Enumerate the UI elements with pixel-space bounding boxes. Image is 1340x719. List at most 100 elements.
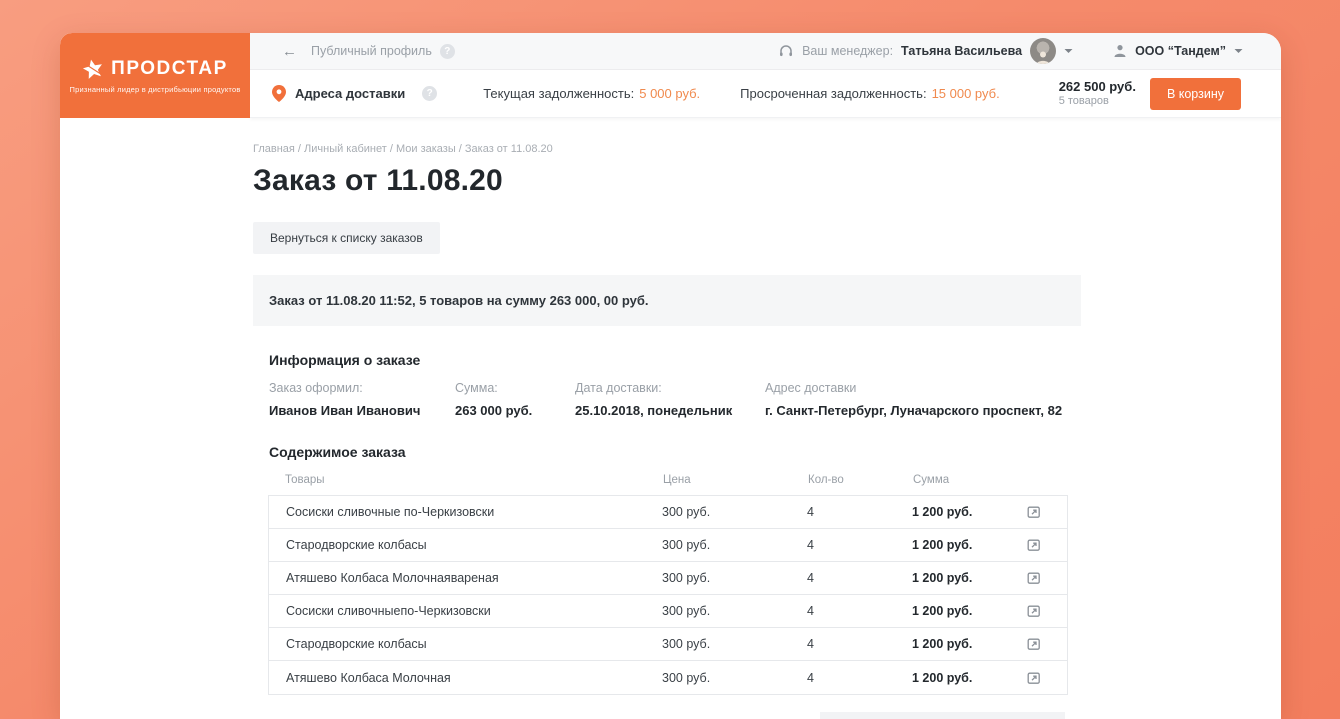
- order-info-field: Сумма:263 000 руб.: [455, 381, 575, 418]
- items-table: Сосиски сливочные по-Черкизовски300 руб.…: [268, 495, 1068, 695]
- item-quantity: 4: [807, 671, 912, 685]
- item-quantity: 4: [807, 604, 912, 618]
- manager-widget[interactable]: Ваш менеджер: Татьяна Васильева: [778, 38, 1073, 64]
- open-product-button[interactable]: [1025, 602, 1043, 620]
- back-arrow-icon[interactable]: ←: [282, 43, 297, 60]
- table-row: Атяшево Колбаса Молочная300 руб.41 200 р…: [269, 661, 1067, 694]
- order-contents-heading: Содержимое заказа: [253, 444, 1281, 460]
- open-product-button[interactable]: [1025, 669, 1043, 687]
- item-sum: 1 200 руб.: [912, 604, 1025, 618]
- order-info-label: Заказ оформил:: [269, 381, 455, 395]
- open-in-new-icon: [1027, 671, 1041, 685]
- public-profile-link[interactable]: Публичный профиль: [311, 44, 432, 58]
- manager-label: Ваш менеджер:: [802, 44, 893, 58]
- map-pin-icon: [272, 85, 286, 102]
- table-row: Сосиски сливочные по-Черкизовски300 руб.…: [269, 496, 1067, 529]
- item-name: Атяшево Колбаса Молочная: [286, 671, 662, 685]
- item-quantity: 4: [807, 505, 912, 519]
- item-price: 300 руб.: [662, 538, 807, 552]
- item-price: 300 руб.: [662, 505, 807, 519]
- column-header: Сумма: [913, 474, 1026, 486]
- item-actions: [1025, 536, 1067, 554]
- item-actions: [1025, 669, 1067, 687]
- main-content: Главная / Личный кабинет / Мои заказы / …: [60, 118, 1281, 695]
- chevron-down-icon[interactable]: [1064, 48, 1073, 54]
- brand-tagline: Признанный лидер в дистрибьюции продукто…: [69, 85, 240, 94]
- open-product-button[interactable]: [1025, 536, 1043, 554]
- item-price: 300 руб.: [662, 571, 807, 585]
- item-price: 300 руб.: [662, 604, 807, 618]
- breadcrumb[interactable]: Главная / Личный кабинет / Мои заказы / …: [253, 143, 1281, 155]
- page-title: Заказ от 11.08.20: [253, 164, 1281, 198]
- column-header: Кол-во: [808, 474, 913, 486]
- item-quantity: 4: [807, 571, 912, 585]
- order-info-field: Адрес доставки г. Санкт-Петербург, Лунача…: [765, 381, 1281, 418]
- order-info-label: Адрес доставки: [765, 381, 1281, 395]
- item-sum: 1 200 руб.: [912, 671, 1025, 685]
- item-sum: 1 200 руб.: [912, 538, 1025, 552]
- items-table-header: ТоварыЦенаКол-воСумма: [268, 474, 1068, 495]
- order-summary-bar: Заказ от 11.08.20 11:52, 5 товаров на су…: [253, 275, 1081, 326]
- help-icon[interactable]: ?: [440, 44, 455, 59]
- open-in-new-icon: [1027, 505, 1041, 519]
- item-actions: [1025, 635, 1067, 653]
- item-price: 300 руб.: [662, 637, 807, 651]
- column-header: Цена: [663, 474, 808, 486]
- person-icon: [1113, 44, 1127, 58]
- item-name: Сосиски сливочные по-Черкизовски: [286, 505, 662, 519]
- item-actions: [1025, 503, 1067, 521]
- order-info-grid: Заказ оформил: Иванов Иван ИвановичСумма:…: [253, 381, 1281, 418]
- order-info-value: г. Санкт-Петербург, Луначарского проспек…: [765, 403, 1281, 418]
- star-icon: [80, 55, 106, 81]
- partial-bottom-button[interactable]: [820, 712, 1065, 719]
- table-row: Атяшево Колбаса Молочнаявареная300 руб.4…: [269, 562, 1067, 595]
- order-info-label: Дата доставки:: [575, 381, 765, 395]
- overdue-debt: Просроченная задолженность: 15 000 руб.: [740, 86, 1000, 101]
- item-name: Стародворские колбасы: [286, 637, 662, 651]
- overdue-debt-value: 15 000 руб.: [932, 86, 1000, 101]
- item-name: Стародворские колбасы: [286, 538, 662, 552]
- item-sum: 1 200 руб.: [912, 571, 1025, 585]
- column-header: Товары: [285, 474, 663, 486]
- subheader: Адреса доставки ? Текущая задолженность:…: [250, 70, 1281, 118]
- column-header-actions: [1026, 474, 1068, 486]
- order-info-value: 25.10.2018, понедельник: [575, 403, 765, 418]
- table-row: Стародворские колбасы300 руб.41 200 руб.: [269, 628, 1067, 661]
- app-window: ПРОDСТАР Признанный лидер в дистрибьюции…: [60, 33, 1281, 719]
- item-sum: 1 200 руб.: [912, 637, 1025, 651]
- open-in-new-icon: [1027, 604, 1041, 618]
- open-product-button[interactable]: [1025, 635, 1043, 653]
- cart-total: 262 500 руб.: [1059, 79, 1136, 95]
- item-actions: [1025, 569, 1067, 587]
- manager-avatar: [1030, 38, 1056, 64]
- help-icon[interactable]: ?: [422, 86, 437, 101]
- open-in-new-icon: [1027, 571, 1041, 585]
- open-in-new-icon: [1027, 637, 1041, 651]
- manager-name: Татьяна Васильева: [901, 44, 1022, 58]
- order-info-value: Иванов Иван Иванович: [269, 403, 455, 418]
- cart-items-count: 5 товаров: [1059, 95, 1136, 109]
- current-debt-label: Текущая задолженность:: [483, 86, 634, 101]
- order-info-label: Сумма:: [455, 381, 575, 395]
- item-price: 300 руб.: [662, 671, 807, 685]
- brand-logo[interactable]: ПРОDСТАР Признанный лидер в дистрибьюции…: [60, 33, 250, 118]
- item-quantity: 4: [807, 538, 912, 552]
- table-row: Сосиски сливочныепо-Черкизовски300 руб.4…: [269, 595, 1067, 628]
- overdue-debt-label: Просроченная задолженность:: [740, 86, 926, 101]
- order-info-heading: Информация о заказе: [253, 352, 1281, 368]
- company-name: ООО “Тандем”: [1135, 44, 1226, 58]
- order-info-field: Дата доставки: 25.10.2018, понедельник: [575, 381, 765, 418]
- company-switcher[interactable]: ООО “Тандем”: [1113, 44, 1243, 58]
- delivery-addresses-link[interactable]: Адреса доставки ?: [272, 85, 437, 102]
- current-debt: Текущая задолженность: 5 000 руб.: [483, 86, 700, 101]
- topbar: ← Публичный профиль ? Ваш менеджер: Тать…: [250, 33, 1281, 70]
- order-info-field: Заказ оформил: Иванов Иван Иванович: [269, 381, 455, 418]
- current-debt-value: 5 000 руб.: [639, 86, 700, 101]
- open-product-button[interactable]: [1025, 569, 1043, 587]
- table-row: Стародворские колбасы300 руб.41 200 руб.: [269, 529, 1067, 562]
- cart-button[interactable]: В корзину: [1150, 78, 1241, 110]
- item-actions: [1025, 602, 1067, 620]
- item-sum: 1 200 руб.: [912, 505, 1025, 519]
- back-to-orders-button[interactable]: Вернуться к списку заказов: [253, 222, 440, 254]
- open-product-button[interactable]: [1025, 503, 1043, 521]
